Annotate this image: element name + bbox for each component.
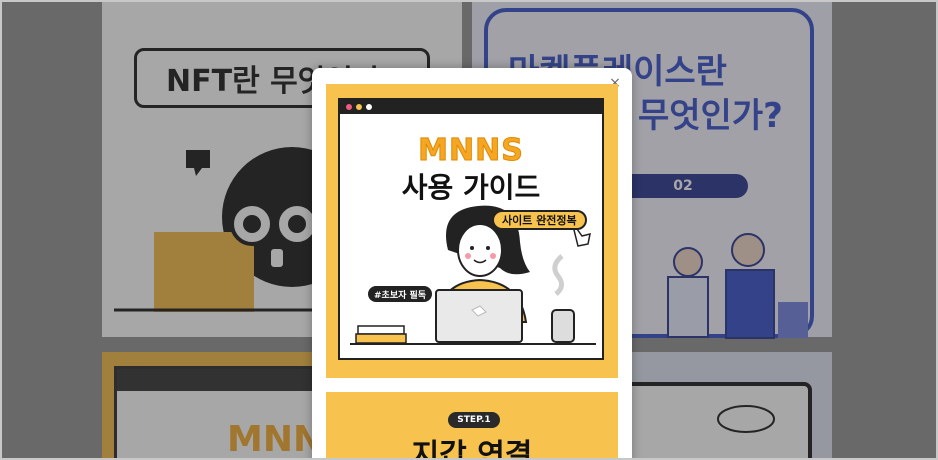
step-title: 지갑 연결 bbox=[411, 438, 533, 460]
guide-title: MNNS bbox=[418, 133, 524, 168]
guide-card: MNNS 사용 가이드 사이트 완전정복 #초보자 필독 bbox=[326, 84, 618, 378]
guide-card-window: MNNS 사용 가이드 사이트 완전정복 #초보자 필독 bbox=[338, 98, 604, 360]
step-pill: STEP.1 bbox=[448, 412, 500, 428]
step-card: STEP.1 지갑 연결 bbox=[326, 392, 618, 460]
site-tag: 사이트 완전정복 bbox=[492, 210, 587, 230]
beginner-tag: #초보자 필독 bbox=[368, 286, 433, 302]
image-viewer-modal: × MNNS 사용 가이드 사이트 완전정복 #초보자 필독 STEP.1 지갑… bbox=[312, 68, 632, 460]
viewport: NFT란 무엇인가? 마켓플레이스란 무엇인가? 02 bbox=[0, 0, 938, 460]
guide-subtitle: 사용 가이드 bbox=[401, 171, 541, 204]
